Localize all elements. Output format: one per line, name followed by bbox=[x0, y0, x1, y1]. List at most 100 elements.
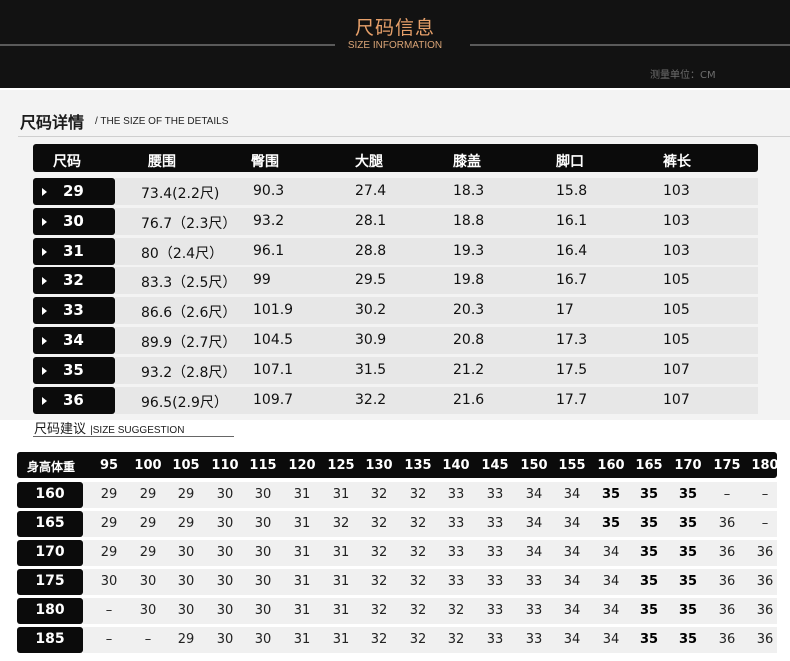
suggestion-cell: 30 bbox=[254, 487, 272, 502]
suggestion-cell: 30 bbox=[177, 545, 195, 560]
suggestion-cell: 33 bbox=[525, 603, 543, 618]
suggestion-cell: 31 bbox=[293, 632, 311, 647]
suggestion-cell: 35 bbox=[678, 632, 698, 647]
suggestion-cell: 36 bbox=[718, 574, 736, 589]
header-band: 尺码信息 SIZE INFORMATION 测量单位：CM bbox=[0, 0, 790, 88]
details-cell: 101.9 bbox=[253, 302, 294, 318]
height-label-cell: 170 bbox=[17, 540, 83, 566]
details-table-row: 34 89.9（2.7尺） 104.5 30.9 20.8 17.3 105 bbox=[33, 327, 758, 354]
suggestion-cell: 35 bbox=[601, 516, 621, 531]
suggestion-cell: 35 bbox=[678, 487, 698, 502]
size-number: 33 bbox=[63, 301, 84, 319]
weight-column-header: 105 bbox=[172, 458, 200, 473]
details-cell: 90.3 bbox=[253, 183, 285, 199]
details-table-row: 32 83.3（2.5尺） 99 29.5 19.8 16.7 105 bbox=[33, 267, 758, 294]
details-cell: 105 bbox=[663, 272, 690, 288]
details-column-header: 裤长 bbox=[663, 154, 691, 170]
page-subtitle: SIZE INFORMATION bbox=[347, 40, 443, 51]
details-cell: 17.5 bbox=[556, 362, 588, 378]
size-number: 35 bbox=[63, 361, 84, 379]
suggestion-cell: 29 bbox=[177, 632, 195, 647]
suggestion-cell: 32 bbox=[409, 545, 427, 560]
triangle-right-icon bbox=[42, 367, 47, 375]
suggestion-cell: 31 bbox=[332, 545, 350, 560]
weight-column-header: 95 bbox=[99, 458, 119, 473]
suggestion-cell: 29 bbox=[139, 487, 157, 502]
suggestion-cell: 34 bbox=[563, 545, 581, 560]
suggestion-cell: 35 bbox=[678, 574, 698, 589]
details-cell: 29.5 bbox=[355, 272, 387, 288]
size-label-cell: 31 bbox=[33, 238, 115, 265]
size-number: 32 bbox=[63, 271, 84, 289]
suggestion-cell: 32 bbox=[409, 603, 427, 618]
suggestion-table-row: 185 – – 29 30 30 31 31 32 32 32 33 33 34 34 35 35 36 36 bbox=[17, 627, 777, 653]
suggestion-cell: 34 bbox=[602, 632, 620, 647]
suggestion-cell: 35 bbox=[639, 603, 659, 618]
details-cell: 28.8 bbox=[355, 243, 387, 259]
details-cell: 105 bbox=[663, 302, 690, 318]
suggestion-cell: 31 bbox=[293, 545, 311, 560]
details-table-row: 29 73.4(2.2尺) 90.3 27.4 18.3 15.8 103 bbox=[33, 178, 758, 205]
suggestion-cell: 30 bbox=[216, 516, 234, 531]
details-cell: 17 bbox=[556, 302, 574, 318]
size-label-cell: 30 bbox=[33, 208, 115, 235]
details-cell: 21.2 bbox=[453, 362, 485, 378]
details-cell: 17.7 bbox=[556, 392, 588, 408]
details-cell: 19.3 bbox=[453, 243, 485, 259]
details-cell: 32.2 bbox=[355, 392, 387, 408]
suggestion-cell: 32 bbox=[370, 516, 388, 531]
page-title: 尺码信息 bbox=[354, 17, 435, 39]
details-cell: 31.5 bbox=[355, 362, 387, 378]
suggestion-cell: – bbox=[761, 516, 769, 531]
weight-column-header: 125 bbox=[327, 458, 355, 473]
details-cell: 18.8 bbox=[453, 213, 485, 229]
details-cell: 16.7 bbox=[556, 272, 588, 288]
triangle-right-icon bbox=[42, 218, 47, 226]
suggestion-cell: 29 bbox=[139, 545, 157, 560]
details-cell: 93.2 bbox=[253, 213, 285, 229]
triangle-right-icon bbox=[42, 307, 47, 315]
details-column-header: 臀围 bbox=[251, 154, 279, 170]
suggestion-cell: 36 bbox=[756, 574, 774, 589]
details-cell: 109.7 bbox=[253, 392, 294, 408]
details-cell: 16.1 bbox=[556, 213, 588, 229]
details-cell: 96.5(2.9尺） bbox=[141, 395, 228, 411]
suggestion-cell: 36 bbox=[756, 603, 774, 618]
suggestion-cell: 34 bbox=[525, 545, 543, 560]
suggestion-table-row: 170 29 29 30 30 30 31 31 32 32 33 33 34 34 34 35 35 36 36 bbox=[17, 540, 777, 566]
triangle-right-icon bbox=[42, 337, 47, 345]
details-cell: 89.9（2.7尺） bbox=[141, 335, 237, 351]
weight-column-header: 140 bbox=[442, 458, 470, 473]
size-label-cell: 29 bbox=[33, 178, 115, 205]
details-cell: 96.1 bbox=[253, 243, 285, 259]
suggestion-cell: 30 bbox=[216, 632, 234, 647]
triangle-right-icon bbox=[42, 277, 47, 285]
size-number: 36 bbox=[63, 391, 84, 409]
suggestion-cell: 30 bbox=[254, 545, 272, 560]
size-number: 34 bbox=[63, 331, 84, 349]
suggestion-cell: – bbox=[105, 603, 113, 618]
details-cell: 99 bbox=[253, 272, 271, 288]
suggestion-cell: 36 bbox=[718, 603, 736, 618]
suggestion-cell: 33 bbox=[486, 545, 504, 560]
suggestion-table-row: 165 29 29 29 30 30 31 32 32 32 33 33 34 34 35 35 35 36 – bbox=[17, 511, 777, 537]
details-column-header: 腰围 bbox=[148, 154, 176, 170]
height-label-cell: 175 bbox=[17, 569, 83, 595]
details-table-row: 30 76.7（2.3尺） 93.2 28.1 18.8 16.1 103 bbox=[33, 208, 758, 235]
suggestion-cell: 29 bbox=[100, 545, 118, 560]
suggestion-cell: – bbox=[105, 632, 113, 647]
details-cell: 17.3 bbox=[556, 332, 588, 348]
size-number: 30 bbox=[63, 212, 84, 230]
weight-column-header: 165 bbox=[635, 458, 663, 473]
suggestion-table-header: 身高体重 95 100 105 110 115 120 125 130 135 140 145 150… bbox=[17, 452, 779, 478]
weight-column-header: 110 bbox=[211, 458, 239, 473]
weight-column-header: 115 bbox=[249, 458, 277, 473]
suggestion-cell: 35 bbox=[678, 545, 698, 560]
suggestion-cell: 32 bbox=[447, 603, 465, 618]
details-table-row: 35 93.2（2.8尺） 107.1 31.5 21.2 17.5 107 bbox=[33, 357, 758, 384]
suggestion-cell: – bbox=[144, 632, 152, 647]
suggestion-cell: 32 bbox=[409, 632, 427, 647]
weight-column-header: 160 bbox=[597, 458, 625, 473]
details-cell: 21.6 bbox=[453, 392, 485, 408]
suggestion-cell: 35 bbox=[639, 487, 659, 502]
